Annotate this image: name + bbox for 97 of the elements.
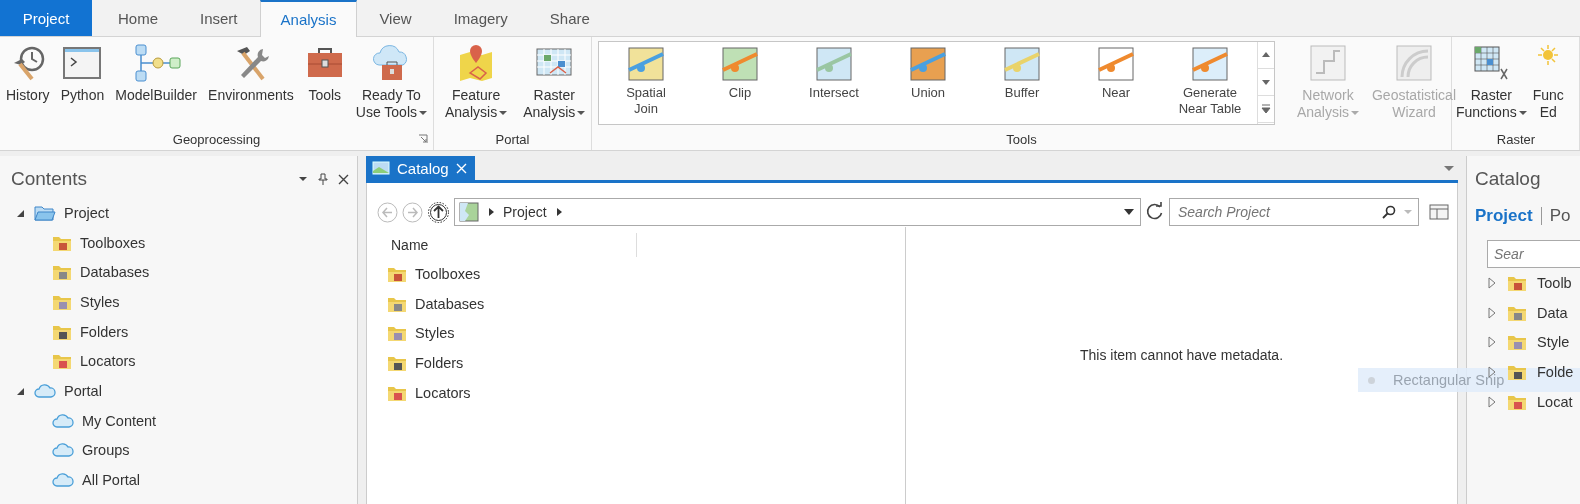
folder-icon [52, 263, 72, 282]
ribbon-button[interactable]: Raster Analysis [515, 41, 594, 123]
file-tab[interactable]: Project [0, 0, 92, 36]
tree-item[interactable]: Portal [64, 382, 102, 399]
map-tool-icon [1097, 46, 1135, 82]
dialog-launcher-icon[interactable] [418, 134, 428, 144]
group-label: Raster [1496, 131, 1536, 147]
map-tool-icon [1191, 46, 1229, 82]
cloud-icon [34, 381, 56, 400]
gallery-tool-button[interactable]: Spatial Join [599, 42, 693, 124]
column-header[interactable]: Name [367, 233, 637, 257]
map-tool-icon [1003, 46, 1041, 82]
document-tab[interactable]: Catalog [366, 156, 475, 180]
details-pane-icon[interactable] [1429, 204, 1449, 220]
search-field[interactable]: Sear [1487, 240, 1580, 268]
ribbon-button[interactable]: Tools [301, 41, 348, 106]
tree-item[interactable]: Databases [80, 264, 150, 281]
tree-item[interactable]: Locat [1537, 393, 1573, 410]
group-label: Geoprocessing [172, 131, 261, 147]
gallery-tool-button[interactable]: Buffer [975, 42, 1069, 124]
tree-item[interactable]: Data [1537, 304, 1568, 321]
tree-item[interactable]: Styles [80, 293, 120, 310]
map-tool-icon [721, 46, 759, 82]
wizard-window-icon [1394, 43, 1434, 83]
list-item[interactable]: Folders [415, 354, 464, 371]
list-item[interactable]: Toolboxes [415, 265, 481, 282]
ribbon-tab[interactable]: View [359, 0, 432, 36]
ribbon-tab[interactable]: Analysis [259, 0, 358, 37]
ribbon-button[interactable]: Environments [205, 41, 297, 106]
ribbon-tab[interactable]: Home [98, 0, 178, 36]
dropdown-caret-icon [1351, 109, 1360, 116]
pane-tab[interactable]: Po [1549, 206, 1571, 226]
ribbon-button[interactable]: Ready To Use Tools [352, 41, 430, 123]
ribbon-button[interactable]: History [3, 41, 53, 106]
map-icon [459, 202, 479, 222]
tree-item[interactable]: Groups [82, 442, 130, 459]
dropdown-caret-icon[interactable] [298, 174, 308, 184]
folder-icon [1507, 333, 1527, 352]
tree-item[interactable]: All Portal [82, 472, 141, 489]
pin-icon[interactable] [318, 173, 328, 185]
ribbon-button[interactable]: Func Ed [1529, 41, 1567, 123]
sun-icon [1537, 43, 1560, 65]
tree-item[interactable]: Folders [80, 323, 129, 340]
group-label: Tools [1006, 131, 1037, 147]
tree-item[interactable]: Project [64, 204, 110, 221]
gallery-tool-button[interactable]: Near [1069, 42, 1163, 124]
up-icon[interactable] [427, 200, 450, 224]
list-item[interactable]: Databases [415, 295, 485, 312]
dropdown-caret-icon [577, 109, 586, 116]
address-bar[interactable]: Project [454, 198, 1141, 226]
search-input[interactable]: Sear [1492, 245, 1580, 263]
search-input[interactable]: Search Project [1176, 203, 1374, 221]
tree-item[interactable]: Toolboxes [80, 234, 146, 251]
folder-icon [387, 324, 407, 343]
gallery-tool-button[interactable]: Generate Near Table [1163, 42, 1257, 124]
breadcrumb-item[interactable]: Project [503, 204, 547, 220]
cloud-icon [52, 441, 74, 460]
dropdown-caret-icon [499, 109, 508, 116]
chevron-right-icon [554, 207, 563, 217]
tree-item[interactable]: Folde [1537, 363, 1574, 380]
chevron-right-icon [487, 207, 495, 217]
map-tool-icon [627, 46, 665, 82]
cloud-icon [52, 411, 74, 430]
ribbon-tab[interactable]: Imagery [433, 0, 528, 36]
dropdown-caret-icon[interactable] [1124, 208, 1134, 216]
ribbon-tab[interactable]: Share [529, 0, 610, 36]
search-icon[interactable] [1382, 205, 1396, 219]
dropdown-caret-icon [419, 109, 427, 116]
map-tool-icon [909, 46, 947, 82]
cloud-icon [52, 471, 74, 490]
ribbon-button[interactable]: ModelBuilder [112, 41, 200, 106]
ribbon-tab[interactable]: Insert [180, 0, 258, 36]
group-label: Portal [495, 131, 530, 147]
pane-title: Contents [11, 168, 88, 190]
ribbon-button[interactable]: Python [57, 41, 108, 106]
search-field[interactable]: Search Project [1169, 198, 1419, 226]
gallery-tool-button[interactable]: Union [881, 42, 975, 124]
gallery-tool-button[interactable]: Clip [693, 42, 787, 124]
tree-item[interactable]: My Content [82, 412, 157, 429]
refresh-icon[interactable] [1145, 202, 1165, 222]
pane-tab[interactable]: Project [1475, 206, 1533, 226]
catalog-icon [372, 161, 390, 175]
pane-title: Catalog [1475, 168, 1542, 190]
dropdown-caret-icon [1518, 109, 1527, 116]
network-icon [1308, 43, 1348, 83]
list-item[interactable]: Locators [415, 384, 471, 401]
folder-icon [52, 352, 72, 371]
metadata-message: This item cannot have metadata. [1079, 346, 1284, 363]
map-tool-icon [815, 46, 853, 82]
gallery-tool-button[interactable]: Intersect [787, 42, 881, 124]
tree-item[interactable]: Style [1537, 334, 1570, 351]
close-icon[interactable] [338, 173, 349, 185]
ribbon-button[interactable]: Feature Analysis [437, 41, 516, 123]
list-item[interactable]: Styles [415, 325, 455, 342]
tree-item[interactable]: Locators [80, 353, 136, 370]
tree-item[interactable]: Toolb [1537, 274, 1572, 291]
open-folder-icon [34, 203, 56, 222]
